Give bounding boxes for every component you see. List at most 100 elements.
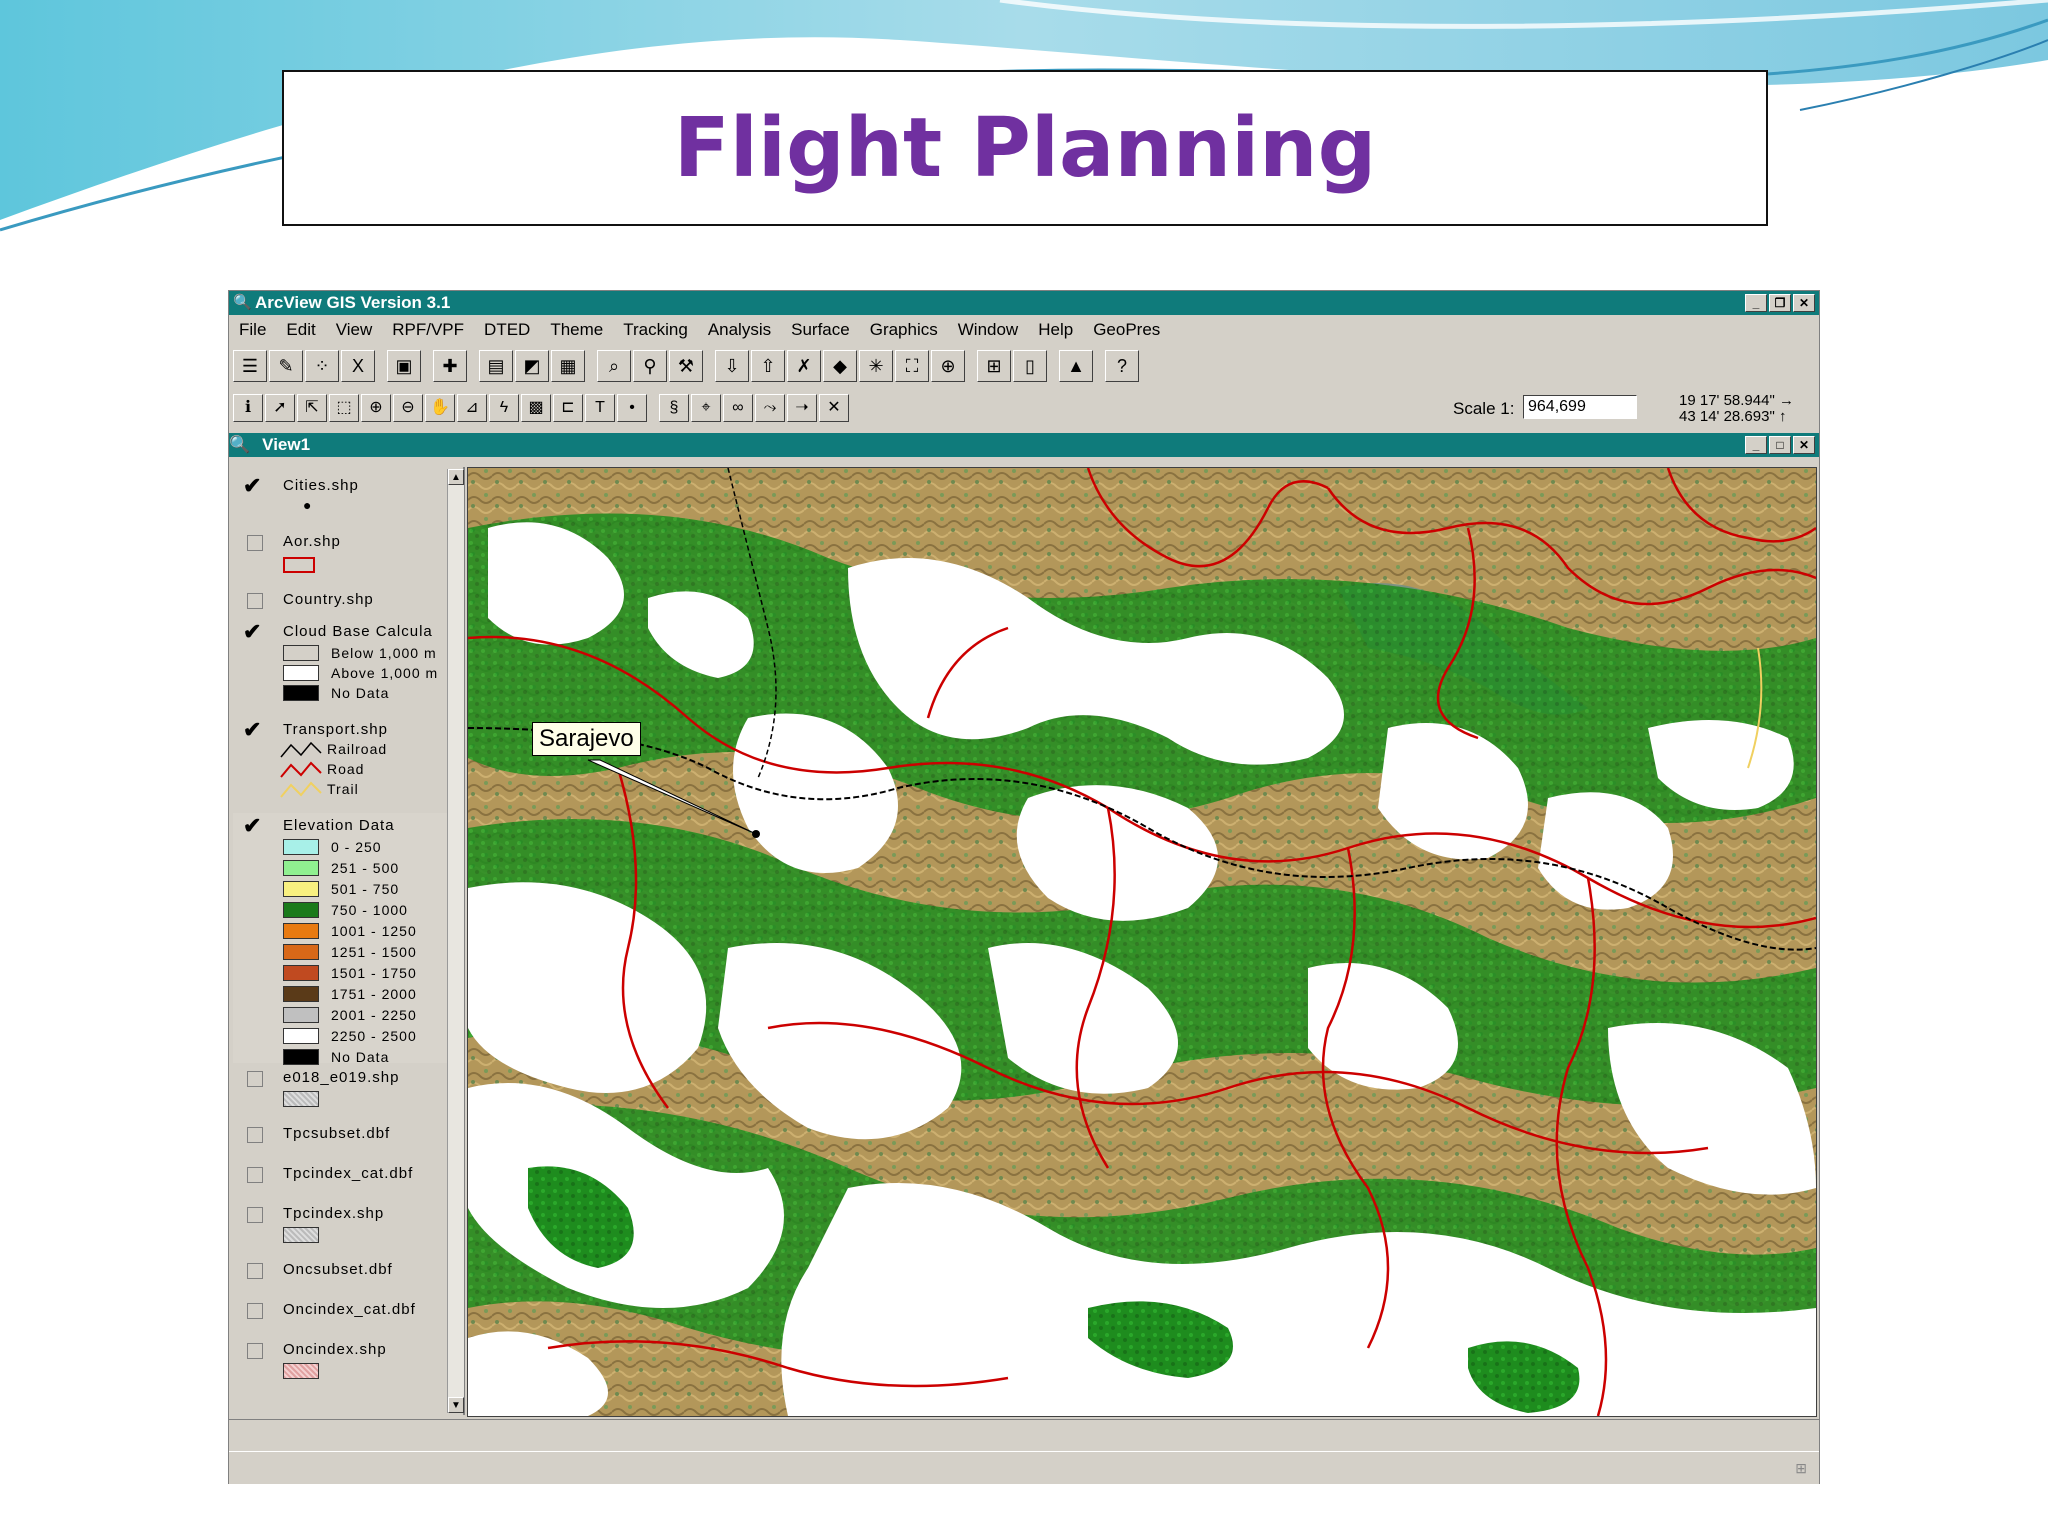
point-icon[interactable]: • [617,394,647,422]
toc-layer-aor[interactable]: Aor.shp [233,531,449,583]
hotlink-icon[interactable]: ϟ [489,394,519,422]
layer-checkbox[interactable] [247,535,263,551]
menubar: File Edit View RPF/VPF DTED Theme Tracki… [229,317,1819,343]
layer-name: Cities.shp [283,477,359,494]
save-button[interactable]: ▣ [387,350,421,382]
toc-layer-tpcindex[interactable]: Tpcindex.shp [233,1203,449,1253]
toc-layer-cloud-base[interactable]: ✔ Cloud Base Calcula Below 1,000 m Above… [233,621,449,717]
info-icon[interactable]: ℹ [233,394,263,422]
toc-layer-e018[interactable]: e018_e019.shp [233,1067,449,1117]
menu-geopres[interactable]: GeoPres [1093,320,1160,340]
menu-help[interactable]: Help [1038,320,1073,340]
hammer-button[interactable]: ⚒ [669,350,703,382]
toc-layer-oncsubset[interactable]: Oncsubset.dbf [233,1259,449,1285]
menu-file[interactable]: File [239,320,266,340]
menu-analysis[interactable]: Analysis [708,320,771,340]
menu-dted[interactable]: DTED [484,320,530,340]
toc-layer-tpcsubset[interactable]: Tpcsubset.dbf [233,1123,449,1149]
layout-button[interactable]: ▯ [1013,350,1047,382]
vertex-icon[interactable]: ⇱ [297,394,327,422]
toc-layer-oncindex-cat[interactable]: Oncindex_cat.dbf [233,1299,449,1325]
menu-rpf-vpf[interactable]: RPF/VPF [392,320,464,340]
delete-button[interactable]: X [341,350,375,382]
resize-grip-icon[interactable]: ⊞ [1795,1460,1807,1477]
layer-name: Transport.shp [283,721,388,738]
menu-tracking[interactable]: Tracking [623,320,688,340]
legend-swatch [283,986,319,1002]
clear-selection-button[interactable]: ✗ [787,350,821,382]
toc-scrollbar[interactable]: ▲ ▼ [447,469,464,1413]
cross-tool-icon[interactable]: ✕ [819,394,849,422]
area-icon[interactable]: ▩ [521,394,551,422]
layer-checkbox[interactable] [247,1207,263,1223]
layer-checkbox[interactable] [247,593,263,609]
zoom-in-icon[interactable]: ⊕ [361,394,391,422]
locate-button[interactable]: ⚲ [633,350,667,382]
map-canvas[interactable]: Sarajevo [467,467,1817,1417]
binoculars-icon[interactable]: ∞ [723,394,753,422]
checkmark-icon[interactable]: ✔ [243,621,262,643]
callout-leader-line [587,759,757,835]
scale-input[interactable]: 964,699 [1523,395,1637,419]
close-button[interactable]: ✕ [1793,294,1815,312]
grid-button[interactable]: ⊞ [977,350,1011,382]
text-icon[interactable]: T [585,394,615,422]
layer-checkbox[interactable] [247,1343,263,1359]
layer-checkbox[interactable] [247,1303,263,1319]
select-box-icon[interactable]: ⬚ [329,394,359,422]
toc-layer-cities[interactable]: ✔ Cities.shp ● [233,475,449,523]
diamond-button[interactable]: ◆ [823,350,857,382]
toc-layer-country[interactable]: Country.shp [233,589,449,615]
fingerprint-icon[interactable]: § [659,394,689,422]
menu-theme[interactable]: Theme [550,320,603,340]
import-button[interactable]: ⇩ [715,350,749,382]
scroll-down-icon[interactable]: ▼ [448,1397,464,1413]
toc-layer-tpcindex-cat[interactable]: Tpcindex_cat.dbf [233,1163,449,1189]
layer-checkbox[interactable] [247,1127,263,1143]
pan-hand-icon[interactable]: ✋ [425,394,455,422]
checkmark-icon[interactable]: ✔ [243,815,262,837]
scroll-up-icon[interactable]: ▲ [448,469,464,485]
toc-layer-elevation[interactable]: ✔ Elevation Data 0 - 250 251 - 500 501 -… [233,813,449,1065]
menu-graphics[interactable]: Graphics [870,320,938,340]
pointer-icon[interactable]: ➚ [265,394,295,422]
menu-surface[interactable]: Surface [791,320,850,340]
route-icon[interactable]: ⤳ [755,394,785,422]
layer-checkbox[interactable] [247,1071,263,1087]
view-minimize-button[interactable]: _ [1745,436,1767,454]
edit-legend-button[interactable]: ✎ [269,350,303,382]
theme-properties-button[interactable]: ☰ [233,350,267,382]
menu-view[interactable]: View [336,320,373,340]
profile-button[interactable]: ▲ [1059,350,1093,382]
points-button[interactable]: ⁘ [305,350,339,382]
viewshed-icon[interactable]: ⌖ [691,394,721,422]
add-theme-button[interactable]: ✚ [433,350,467,382]
toc-layer-transport[interactable]: ✔ Transport.shp Railroad Road Trail [233,719,449,809]
minimize-button[interactable]: _ [1745,294,1767,312]
zoom-full-extent-button[interactable]: ⛶ [895,350,929,382]
checkmark-icon[interactable]: ✔ [243,475,262,497]
find-button[interactable]: ⌕ [597,350,631,382]
help-button[interactable]: ? [1105,350,1139,382]
menu-window[interactable]: Window [958,320,1018,340]
open-table-button[interactable]: ▤ [479,350,513,382]
toc-layer-oncindex[interactable]: Oncindex.shp [233,1339,449,1389]
layer-checkbox[interactable] [247,1167,263,1183]
table-button[interactable]: ▦ [551,350,585,382]
view-close-button[interactable]: ✕ [1793,436,1815,454]
measure-icon[interactable]: ⊿ [457,394,487,422]
legend-label: 1251 - 1500 [331,944,417,960]
zoom-out-icon[interactable]: ⊖ [393,394,423,422]
zoom-previous-button[interactable]: ⊕ [931,350,965,382]
label-icon[interactable]: ⊏ [553,394,583,422]
sarajevo-callout[interactable]: Sarajevo [532,722,641,756]
view-maximize-button[interactable]: □ [1769,436,1791,454]
query-builder-button[interactable]: ◩ [515,350,549,382]
layer-checkbox[interactable] [247,1263,263,1279]
zoom-to-active-button[interactable]: ✳ [859,350,893,382]
restore-button[interactable]: ❐ [1769,294,1791,312]
checkmark-icon[interactable]: ✔ [243,719,262,741]
menu-edit[interactable]: Edit [286,320,315,340]
export-button[interactable]: ⇧ [751,350,785,382]
arrow-tool-icon[interactable]: ➝ [787,394,817,422]
